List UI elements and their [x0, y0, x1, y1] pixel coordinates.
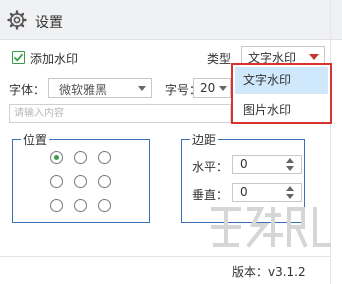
position-radio-bottom-left[interactable]	[50, 199, 63, 212]
spin-down-icon[interactable]	[286, 166, 294, 171]
type-label: 类型	[207, 52, 232, 66]
font-selected-value: 微软雅黑	[59, 83, 108, 97]
settings-header: 设置	[0, 0, 342, 40]
margin-group-title: 边距	[190, 131, 219, 148]
type-option-image-watermark[interactable]: 图片水印	[235, 97, 328, 124]
position-radio-top-right[interactable]	[98, 151, 111, 164]
vertical-value: 0	[240, 185, 248, 199]
position-group: 位置	[12, 131, 150, 223]
add-watermark-label: 添加水印	[30, 52, 79, 66]
position-radio-bottom-center[interactable]	[74, 199, 87, 212]
type-dropdown-menu: 文字水印 图片水印	[231, 63, 332, 124]
spin-up-icon[interactable]	[286, 186, 294, 191]
font-select[interactable]: 微软雅黑	[48, 78, 152, 98]
page-title: 设置	[35, 15, 63, 31]
add-watermark-checkbox[interactable]	[12, 51, 25, 64]
font-label: 字体：	[9, 83, 46, 97]
vertical-spinbox[interactable]: 0	[232, 183, 302, 202]
footer-divider	[0, 256, 330, 257]
horizontal-spinbox[interactable]: 0	[232, 155, 302, 174]
spin-up-icon[interactable]	[286, 158, 294, 163]
spin-down-icon[interactable]	[286, 194, 294, 199]
watermark-content-input[interactable]	[9, 104, 231, 123]
size-selected-value: 20	[200, 81, 216, 95]
horizontal-value: 0	[240, 157, 248, 171]
type-option-text-watermark[interactable]: 文字水印	[235, 67, 328, 94]
check-icon	[13, 53, 24, 62]
position-radio-top-center[interactable]	[74, 151, 87, 164]
size-select[interactable]: 20	[193, 78, 231, 98]
gear-icon[interactable]	[7, 10, 27, 30]
dropdown-arrow-icon	[309, 54, 319, 60]
position-radio-middle-center[interactable]	[74, 175, 87, 188]
position-group-title: 位置	[21, 131, 50, 148]
position-radio-middle-left[interactable]	[50, 175, 63, 188]
position-radio-bottom-right[interactable]	[98, 199, 111, 212]
horizontal-label: 水平：	[192, 160, 229, 174]
position-radio-top-left[interactable]	[50, 151, 63, 164]
chevron-down-icon	[219, 86, 227, 91]
position-radio-middle-right[interactable]	[98, 175, 111, 188]
version-label: 版本：v3.1.2	[232, 265, 306, 279]
chevron-down-icon	[138, 86, 146, 91]
site-logo-watermark	[211, 207, 331, 248]
